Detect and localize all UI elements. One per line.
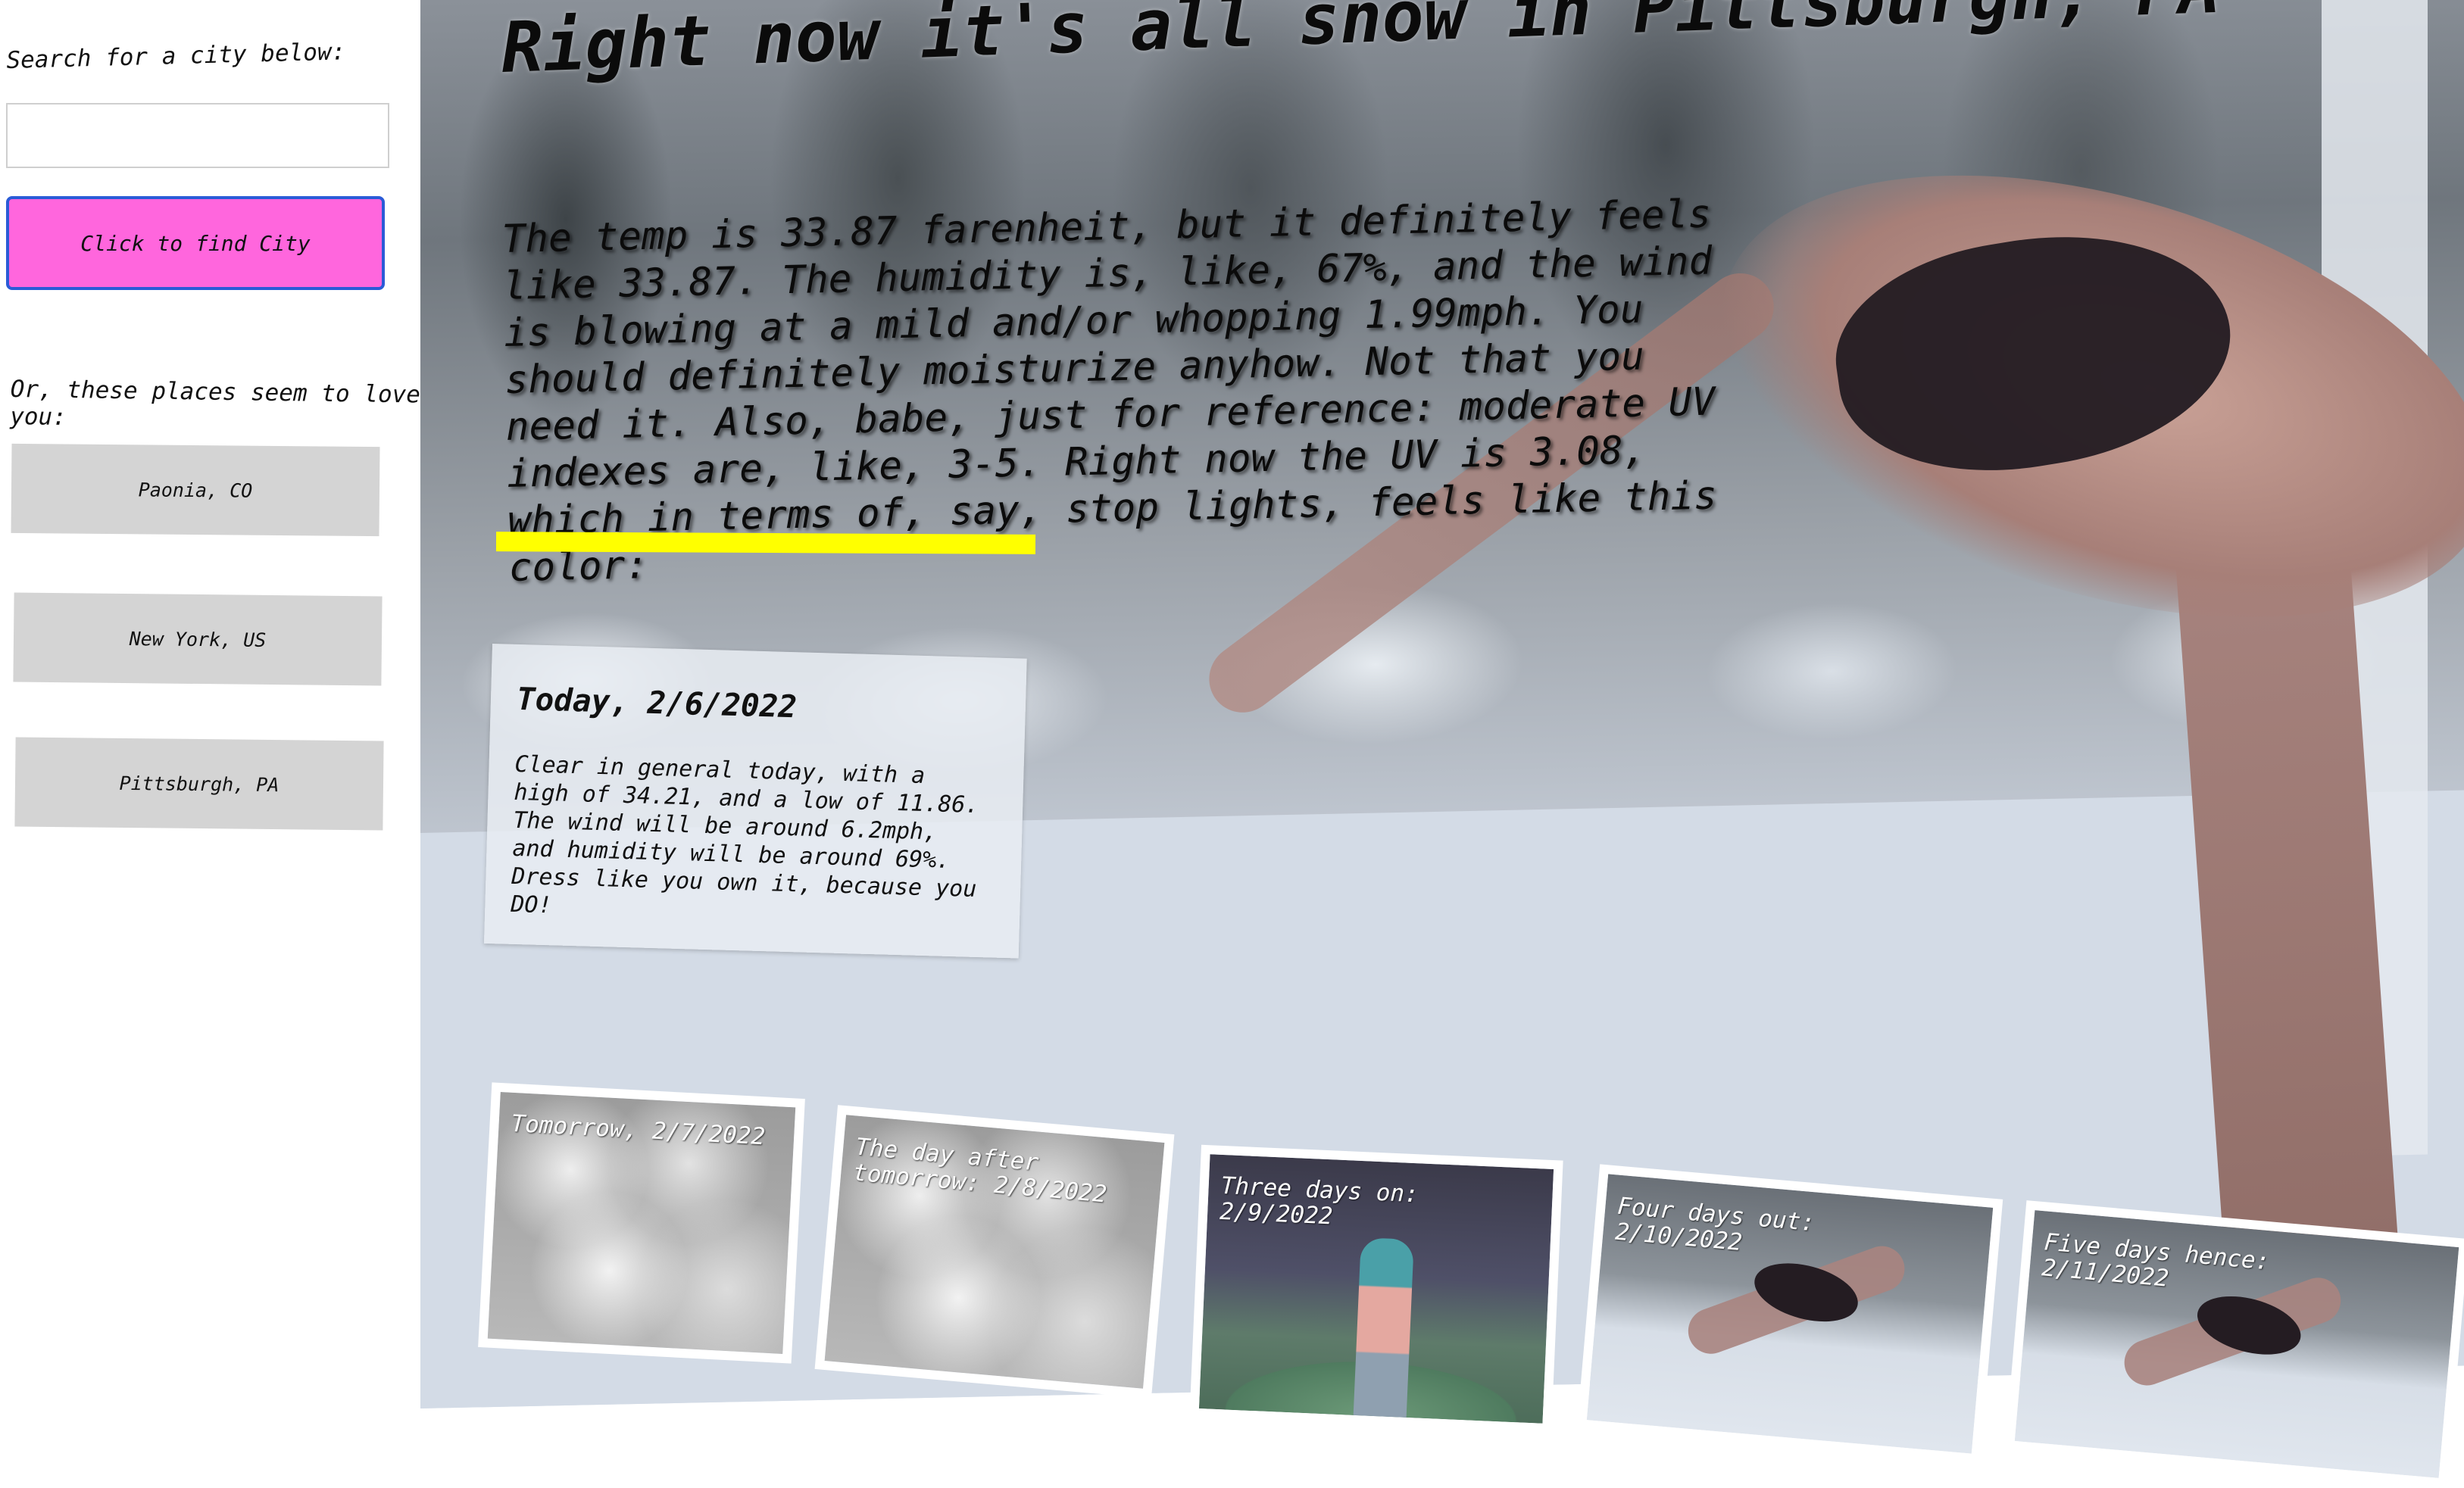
today-summary: Clear in general today, with a high of 3… [510, 750, 979, 919]
forecast-card-day3: Three days on: 2/9/2022 [1189, 1144, 1563, 1433]
forecast-card-day2: The day after tomorrow: 2/8/2022 [814, 1105, 1175, 1399]
find-city-button[interactable]: Click to find City [6, 196, 385, 290]
current-conditions-text: The temp is 33.87 farenheit, but it defi… [501, 192, 1718, 591]
forecast-card-day5: Five days hence: 2/11/2022 [2004, 1200, 2464, 1488]
saved-city-button[interactable]: Pittsburgh, PA [14, 737, 384, 831]
uv-color-bar [495, 532, 1036, 554]
today-forecast-card: Today, 2/6/2022 Clear in general today, … [483, 644, 1027, 959]
cartoon-figure [1353, 1237, 1415, 1429]
sidebar: Search for a city below: Click to find C… [0, 0, 432, 1386]
saved-cities-label: Or, these places seem to love you: [9, 376, 421, 432]
forecast-card-day1: Tomorrow, 2/7/2022 [478, 1082, 805, 1364]
search-label: Search for a city below: [6, 38, 346, 74]
today-title: Today, 2/6/2022 [516, 680, 798, 725]
saved-city-button[interactable]: New York, US [13, 592, 383, 686]
forecast-card-day4: Four days out: 2/10/2022 [1576, 1164, 2003, 1464]
saved-city-button[interactable]: Paonia, CO [11, 443, 380, 537]
city-search-input[interactable] [6, 103, 389, 168]
